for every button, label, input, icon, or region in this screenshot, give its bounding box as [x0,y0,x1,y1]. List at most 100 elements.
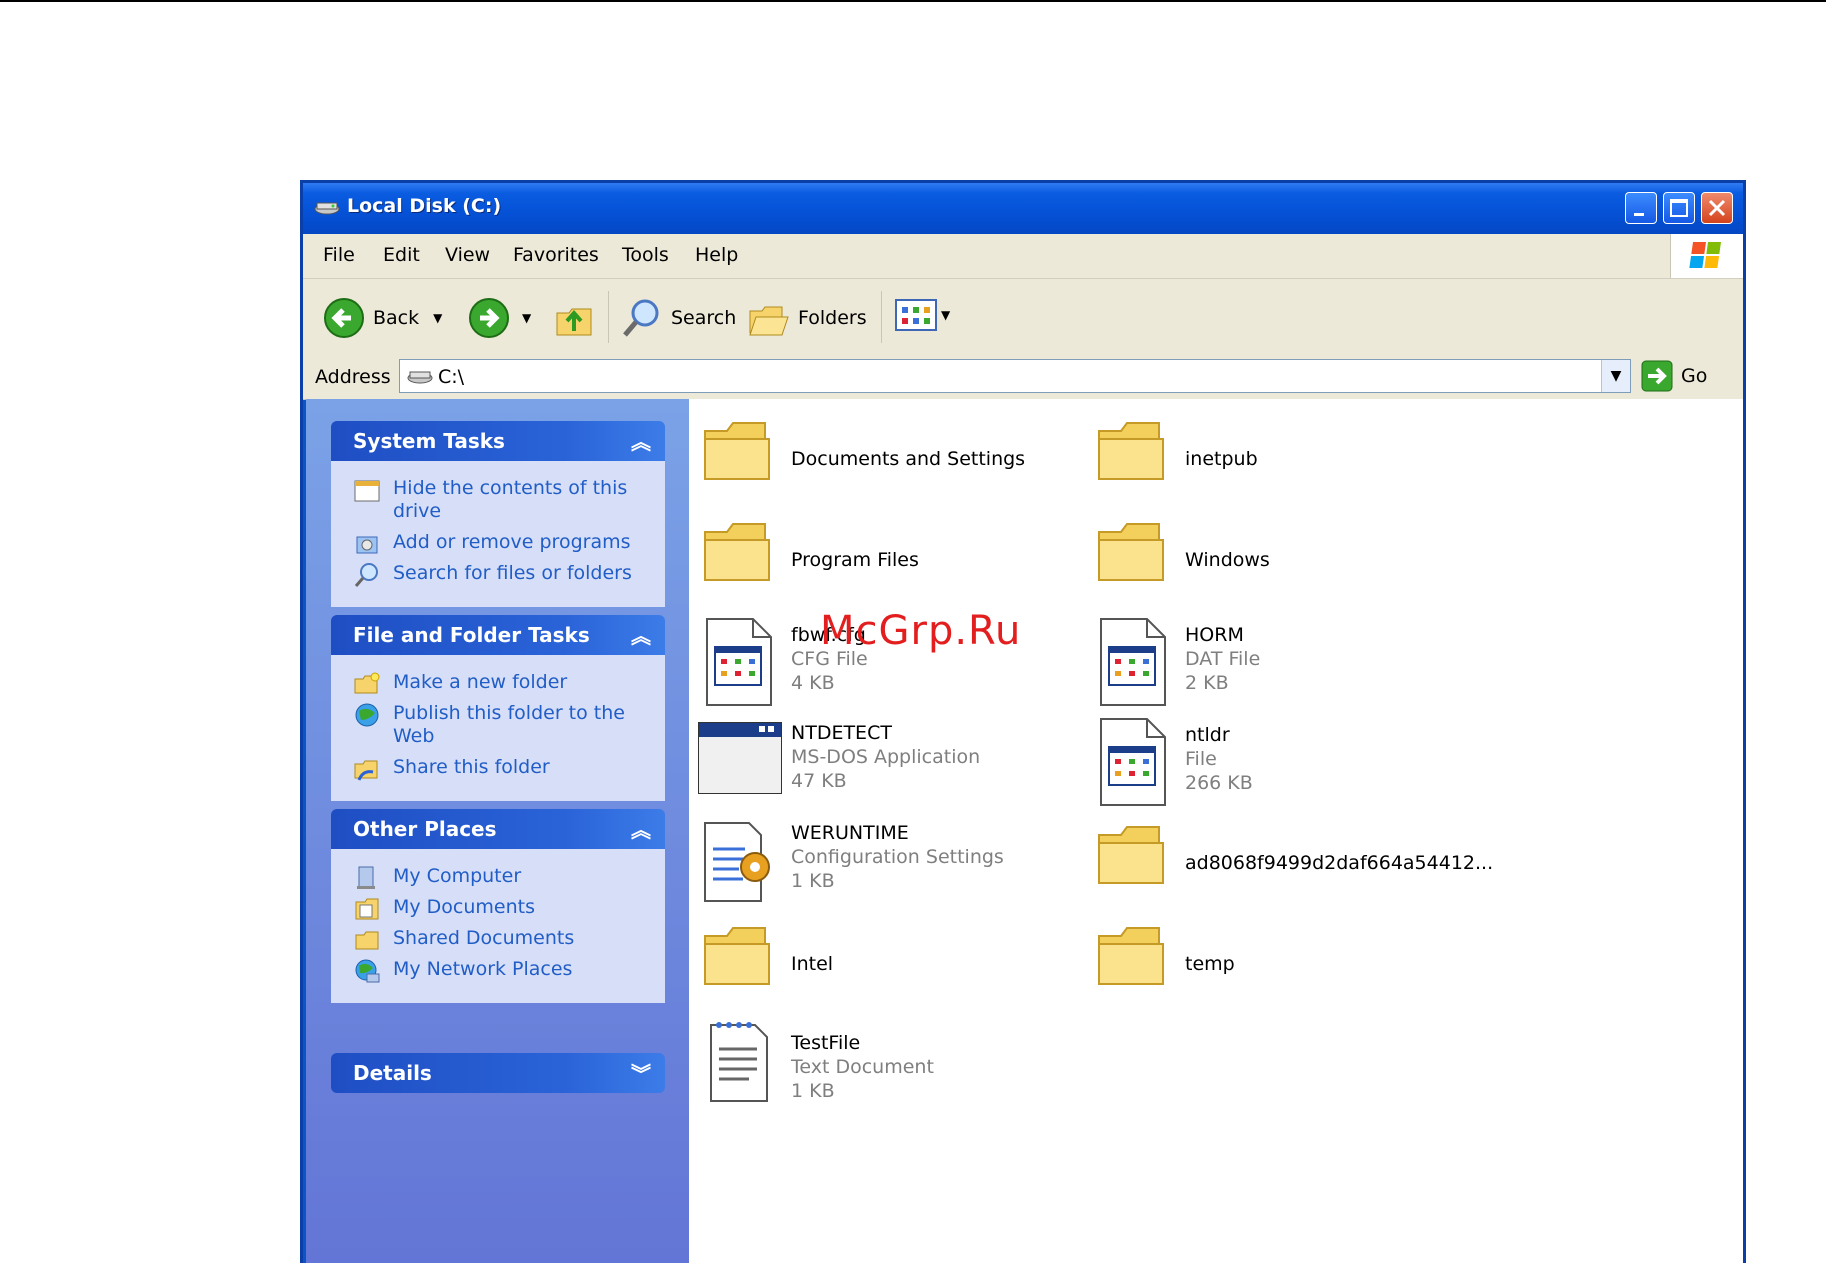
search-button[interactable]: Search [621,297,736,339]
other-places-header[interactable]: Other Places ︽ [331,809,665,849]
system-tasks-panel: System Tasks ︽ Hide the contents of this… [331,421,665,607]
go-label: Go [1681,365,1708,387]
title-bar[interactable]: Local Disk (C:) [303,183,1743,234]
item-name: TestFile [791,1032,861,1054]
shared-documents-link[interactable]: Shared Documents [331,927,665,950]
new-folder-icon [354,672,380,694]
hide-contents-icon [354,480,380,502]
search-files-link[interactable]: Search for files or folders [331,562,665,587]
file-list: Documents and Settings inetpub Program F… [689,399,1743,1263]
item-name: ad8068f9499d2daf664a54412... [1185,852,1494,874]
search-label: Search [671,307,737,329]
item-size: 266 KB [1185,772,1253,794]
folders-label: Folders [798,307,867,329]
toolbar-separator [608,291,609,343]
system-tasks-header[interactable]: System Tasks ︽ [331,421,665,461]
hide-drive-contents-link[interactable]: Hide the contents of this drive [331,477,665,523]
my-computer-link[interactable]: My Computer [331,865,665,889]
explorer-window: Local Disk (C:) File Edit View Favorites… [300,180,1746,1263]
panel-title: File and Folder Tasks [353,623,590,647]
shared-documents-icon [355,931,379,950]
maximize-button[interactable] [1663,192,1695,224]
item-size: 4 KB [791,672,835,694]
my-documents-icon [355,898,379,920]
watermark: McGrp.Ru [820,608,1022,654]
item-name: temp [1185,953,1235,975]
share-folder-link[interactable]: Share this folder [331,756,665,781]
views-icon [895,299,937,331]
address-dropdown-icon[interactable]: ▼ [1601,360,1630,392]
forward-dropdown-icon[interactable]: ▼ [522,311,531,325]
views-dropdown-icon[interactable]: ▼ [941,308,950,322]
back-button[interactable]: Back ▼ [323,297,442,339]
network-places-icon [355,959,380,983]
task-pane: System Tasks ︽ Hide the contents of this… [306,399,689,1263]
search-icon [623,299,659,337]
window-title: Local Disk (C:) [347,195,502,217]
folder-icon [1098,523,1164,581]
publish-web-icon [355,703,379,727]
up-folder-button[interactable] [555,297,595,339]
my-computer-icon [357,866,375,889]
details-header[interactable]: Details ︾ [331,1053,665,1093]
file-icon [706,618,772,706]
file-icon [1100,718,1166,806]
publish-to-web-link[interactable]: Publish this folder to the Web [331,702,665,748]
folders-icon [749,306,789,336]
add-remove-programs-link[interactable]: Add or remove programs [331,531,665,554]
other-places-panel: Other Places ︽ My Computer My Documents … [331,809,665,1003]
application-icon [698,722,782,794]
menu-view[interactable]: View [445,244,490,266]
item-size: 1 KB [791,870,835,892]
go-button[interactable]: Go [1641,360,1707,392]
close-button[interactable] [1701,192,1733,224]
folder-icon [1098,826,1164,884]
collapse-chevron-icon[interactable]: ︽ [631,814,651,843]
panel-title: Other Places [353,817,497,841]
menu-file[interactable]: File [323,244,355,266]
views-button[interactable]: ▼ [895,297,950,333]
item-type: DAT File [1185,648,1261,670]
back-label: Back [373,307,420,329]
toolbar-separator [881,291,882,343]
item-name: Program Files [791,549,919,571]
back-dropdown-icon[interactable]: ▼ [433,311,442,325]
forward-arrow-icon [469,298,509,338]
item-name: Windows [1185,549,1270,571]
file-folder-tasks-header[interactable]: File and Folder Tasks ︽ [331,615,665,655]
panel-title: System Tasks [353,429,505,453]
windows-logo-icon [1670,234,1743,278]
file-icon [1100,618,1166,706]
config-file-icon [704,822,770,902]
folder-icon [1098,422,1164,480]
item-size: 1 KB [791,1080,835,1102]
collapse-chevron-icon[interactable]: ︽ [631,426,651,455]
item-type: Configuration Settings [791,846,1004,868]
go-arrow-icon [1641,360,1673,392]
menu-favorites[interactable]: Favorites [513,244,599,266]
address-bar: Address C:\ ▼ Go [303,355,1743,400]
menu-help[interactable]: Help [695,244,738,266]
page-top-rule [0,0,1826,2]
address-input[interactable]: C:\ ▼ [399,359,1631,393]
my-network-places-link[interactable]: My Network Places [331,958,665,983]
expand-chevron-icon[interactable]: ︾ [631,1058,651,1087]
details-panel: Details ︾ [331,1053,665,1093]
menu-tools[interactable]: Tools [622,244,669,266]
minimize-button[interactable] [1625,192,1657,224]
menu-bar: File Edit View Favorites Tools Help [303,234,1743,279]
file-folder-tasks-panel: File and Folder Tasks ︽ Make a new folde… [331,615,665,801]
folders-button[interactable]: Folders [748,297,867,339]
item-name: Intel [791,953,834,975]
collapse-chevron-icon[interactable]: ︽ [631,620,651,649]
menu-edit[interactable]: Edit [383,244,420,266]
share-folder-icon [354,760,378,781]
item-name: Documents and Settings [791,448,1026,470]
text-document-icon [710,1022,768,1102]
forward-button[interactable]: ▼ [468,297,531,339]
make-new-folder-link[interactable]: Make a new folder [331,671,665,694]
address-label: Address [315,366,391,388]
item-name: HORM [1185,624,1244,646]
my-documents-link[interactable]: My Documents [331,896,665,920]
folder-icon [704,523,770,581]
